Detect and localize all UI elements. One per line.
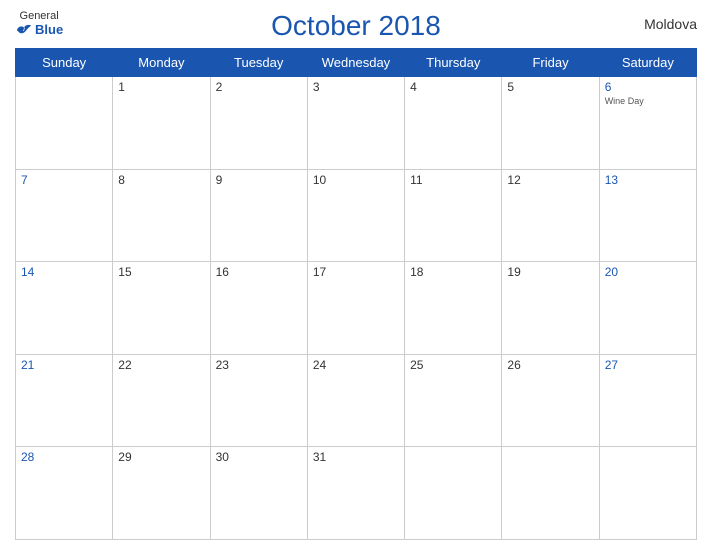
day-number: 28: [21, 450, 107, 464]
day-number: 30: [216, 450, 302, 464]
calendar-cell: 26: [502, 354, 599, 447]
calendar-cell: 11: [405, 169, 502, 262]
day-number: 10: [313, 173, 399, 187]
logo-blue-text: Blue: [15, 22, 63, 37]
day-number: 8: [118, 173, 204, 187]
calendar-week-2: 789 10 11 12 13: [16, 169, 697, 262]
day-number: 16: [216, 265, 302, 279]
calendar-cell: 19: [502, 262, 599, 355]
country-label: Moldova: [644, 16, 697, 32]
logo-bird-icon: [15, 23, 33, 37]
day-number: 2: [216, 80, 302, 94]
day-number: 3: [313, 80, 399, 94]
calendar-cell: 20: [599, 262, 696, 355]
day-number: 5: [507, 80, 593, 94]
calendar-cell: [405, 447, 502, 540]
calendar-week-4: 21 22 23 24 25 26 27: [16, 354, 697, 447]
event-label: Wine Day: [605, 96, 691, 106]
day-number: 4: [410, 80, 496, 94]
header-friday: Friday: [502, 49, 599, 77]
calendar-cell: 5: [502, 77, 599, 170]
day-number: 27: [605, 358, 691, 372]
calendar-cell: [599, 447, 696, 540]
day-number: 13: [605, 173, 691, 187]
calendar-table: Sunday Monday Tuesday Wednesday Thursday…: [15, 48, 697, 540]
calendar-body: 123456Wine Day78910111213141516171819202…: [16, 77, 697, 540]
calendar-cell: 12: [502, 169, 599, 262]
calendar-week-5: 28 29 30 31: [16, 447, 697, 540]
calendar-title-block: October 2018: [271, 10, 441, 42]
calendar-cell: 24: [307, 354, 404, 447]
header-sunday: Sunday: [16, 49, 113, 77]
header-saturday: Saturday: [599, 49, 696, 77]
day-number: 20: [605, 265, 691, 279]
calendar-cell: 1: [113, 77, 210, 170]
calendar-cell: 23: [210, 354, 307, 447]
calendar-cell: 15: [113, 262, 210, 355]
calendar-cell: 6 Wine Day: [599, 77, 696, 170]
day-number: 1: [118, 80, 204, 94]
day-number: 25: [410, 358, 496, 372]
day-number: 6: [605, 80, 691, 94]
day-number: 26: [507, 358, 593, 372]
calendar-cell: 27: [599, 354, 696, 447]
calendar-header: General Blue October 2018 Moldova: [15, 10, 697, 42]
calendar-cell: 30: [210, 447, 307, 540]
day-number: 31: [313, 450, 399, 464]
day-number: 9: [216, 173, 302, 187]
calendar-cell: 17: [307, 262, 404, 355]
day-number: 11: [410, 173, 496, 187]
calendar-cell: [16, 77, 113, 170]
day-number: 12: [507, 173, 593, 187]
calendar-cell: 2: [210, 77, 307, 170]
calendar-cell: 31: [307, 447, 404, 540]
calendar-cell: 16: [210, 262, 307, 355]
calendar-cell: 7: [16, 169, 113, 262]
day-number: 21: [21, 358, 107, 372]
day-number: 29: [118, 450, 204, 464]
calendar-week-1: 123456 Wine Day: [16, 77, 697, 170]
header-tuesday: Tuesday: [210, 49, 307, 77]
calendar-cell: 21: [16, 354, 113, 447]
calendar-cell: 18: [405, 262, 502, 355]
calendar-cell: 14: [16, 262, 113, 355]
day-number: 7: [21, 173, 107, 187]
header-monday: Monday: [113, 49, 210, 77]
calendar-cell: 25: [405, 354, 502, 447]
header-wednesday: Wednesday: [307, 49, 404, 77]
calendar-container: General Blue October 2018 Moldova Sunday…: [0, 0, 712, 550]
logo-general-text: General: [20, 10, 59, 22]
generalblue-logo: General Blue: [15, 10, 63, 37]
calendar-cell: 29: [113, 447, 210, 540]
calendar-cell: 4: [405, 77, 502, 170]
calendar-cell: 22: [113, 354, 210, 447]
weekday-header-row: Sunday Monday Tuesday Wednesday Thursday…: [16, 49, 697, 77]
day-number: 24: [313, 358, 399, 372]
calendar-title: October 2018: [271, 10, 441, 41]
calendar-cell: 8: [113, 169, 210, 262]
calendar-cell: 3: [307, 77, 404, 170]
day-number: 17: [313, 265, 399, 279]
day-number: 22: [118, 358, 204, 372]
day-number: 23: [216, 358, 302, 372]
calendar-cell: 10: [307, 169, 404, 262]
calendar-cell: [502, 447, 599, 540]
day-number: 18: [410, 265, 496, 279]
day-number: 14: [21, 265, 107, 279]
calendar-cell: 9: [210, 169, 307, 262]
header-thursday: Thursday: [405, 49, 502, 77]
calendar-week-3: 14 15 16 17 18 19 20: [16, 262, 697, 355]
calendar-cell: 28: [16, 447, 113, 540]
day-number: 15: [118, 265, 204, 279]
calendar-cell: 13: [599, 169, 696, 262]
day-number: 19: [507, 265, 593, 279]
